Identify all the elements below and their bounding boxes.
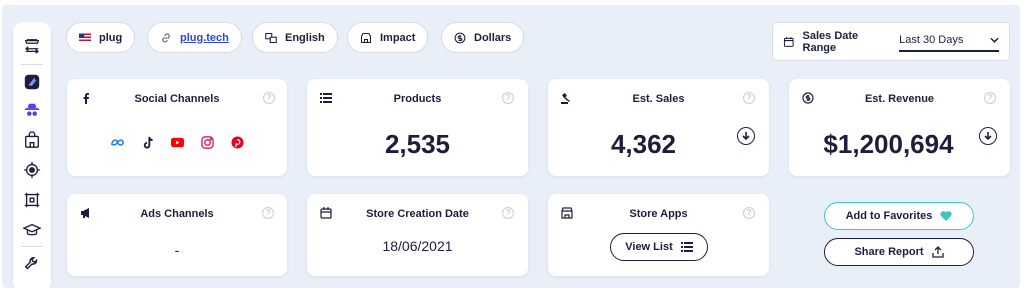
store-switch-icon[interactable] <box>22 36 42 56</box>
date-range-picker: Sales Date Range Last 30 Days <box>772 22 1010 61</box>
social-channels-title: Social Channels <box>134 93 220 105</box>
est-sales-value: 4,362 <box>610 129 677 159</box>
translate-icon <box>265 32 277 43</box>
help-icon[interactable]: ? <box>743 207 755 219</box>
pinterest-icon[interactable] <box>230 135 244 149</box>
youtube-icon[interactable] <box>170 135 184 149</box>
domain-chip[interactable]: plug.tech <box>147 22 242 53</box>
graduation-cap-icon[interactable] <box>22 220 42 240</box>
instagram-icon[interactable] <box>200 135 214 149</box>
ads-channels-card: Ads Channels ? - <box>67 194 287 276</box>
add-to-favorites-label: Add to Favorites <box>845 210 933 222</box>
date-range-value: Last 30 Days <box>899 33 964 46</box>
products-title: Products <box>393 93 442 105</box>
store-creation-title: Store Creation Date <box>366 208 469 220</box>
chevron-down-icon <box>990 37 999 43</box>
language-chip[interactable]: English <box>252 22 338 53</box>
est-sales-card: Est. Sales ? 4,362 <box>548 79 769 176</box>
us-flag-icon <box>79 33 91 42</box>
heart-icon <box>940 211 952 221</box>
store-apps-card: Store Apps ? View List <box>548 194 769 276</box>
sidebar-divider <box>21 246 43 247</box>
frame-icon[interactable] <box>22 190 42 210</box>
wrench-icon[interactable] <box>22 254 42 274</box>
domain-link[interactable]: plug.tech <box>180 32 229 44</box>
spy-icon[interactable] <box>22 100 42 120</box>
share-icon <box>931 246 944 258</box>
sort-chip[interactable]: Impact <box>347 22 429 53</box>
help-icon[interactable]: ? <box>263 92 275 104</box>
target-icon[interactable] <box>22 160 42 180</box>
social-icons-row <box>67 135 287 149</box>
sort-chip-label: Impact <box>380 31 416 44</box>
products-card: Products ? 2,535 <box>307 79 528 176</box>
help-icon[interactable]: ? <box>502 207 514 219</box>
ads-channels-value: - <box>174 242 180 258</box>
sidebar <box>13 22 51 288</box>
revenue-download-icon[interactable] <box>979 127 997 145</box>
tiktok-icon[interactable] <box>140 135 154 149</box>
help-icon[interactable]: ? <box>743 92 755 104</box>
ads-channels-title: Ads Channels <box>140 208 214 220</box>
calendar-icon <box>783 36 794 47</box>
help-icon[interactable]: ? <box>984 92 996 104</box>
view-list-button[interactable]: View List <box>610 233 708 261</box>
link-icon <box>162 32 170 43</box>
est-revenue-value: $1,200,694 <box>823 129 954 159</box>
social-channels-card: Social Channels ? <box>67 79 287 176</box>
help-icon[interactable]: ? <box>262 207 274 219</box>
est-sales-title: Est. Sales <box>632 93 685 105</box>
currency-chip[interactable]: Dollars <box>441 22 525 53</box>
date-range-label: Sales Date Range <box>802 29 859 54</box>
share-report-label: Share Report <box>854 246 924 258</box>
store-creation-value: 18/06/2021 <box>382 238 453 254</box>
est-revenue-card: Est. Revenue ? $1,200,694 <box>789 79 1010 176</box>
store-icon <box>360 32 372 43</box>
view-list-label: View List <box>625 241 673 253</box>
sales-download-icon[interactable] <box>737 127 755 145</box>
language-chip-label: English <box>285 31 325 44</box>
currency-chip-label: Dollars <box>474 31 512 44</box>
dollar-icon <box>454 32 466 43</box>
help-icon[interactable]: ? <box>502 92 514 104</box>
sidebar-divider <box>21 64 43 65</box>
products-value: 2,535 <box>384 129 451 159</box>
list-icon <box>680 242 693 252</box>
shop-bag-icon[interactable] <box>22 130 42 150</box>
dashboard-icon[interactable] <box>22 72 42 92</box>
store-apps-title: Store Apps <box>629 208 688 220</box>
est-revenue-title: Est. Revenue <box>864 93 935 105</box>
store-creation-card: Store Creation Date ? 18/06/2021 <box>307 194 528 276</box>
store-chip-label: plug <box>99 31 123 44</box>
store-chip[interactable]: plug <box>66 22 136 53</box>
date-range-select[interactable]: Last 30 Days <box>899 32 999 52</box>
share-report-button[interactable]: Share Report <box>824 238 974 266</box>
meta-icon[interactable] <box>110 135 124 149</box>
add-to-favorites-button[interactable]: Add to Favorites <box>824 202 974 230</box>
